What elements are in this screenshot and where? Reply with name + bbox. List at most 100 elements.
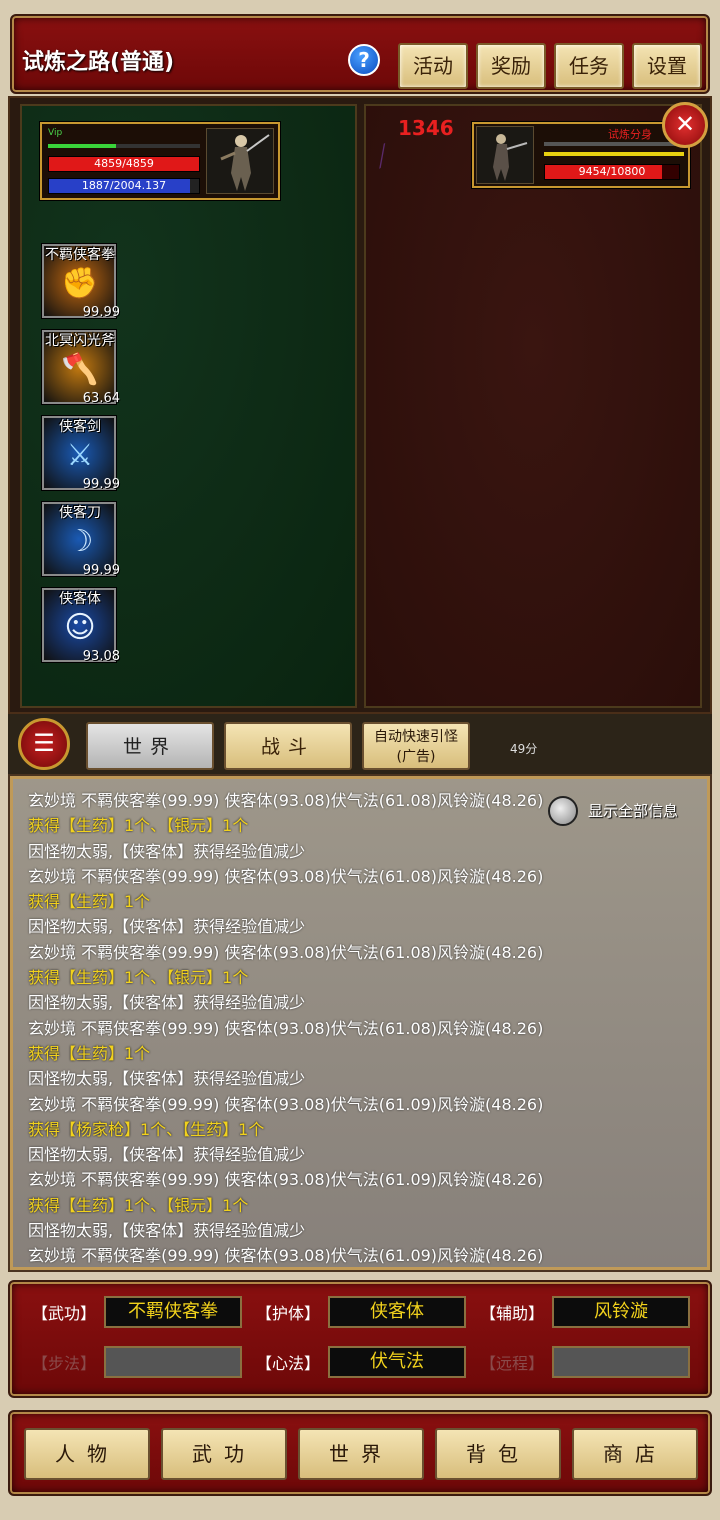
bufa-label: 【步法】 [32,1354,97,1373]
xinfa-label: 【心法】 [256,1354,321,1373]
header-bar: 试炼之路(普通) ? 活动 奖励 任务 设置 [10,14,710,94]
player-status-card[interactable]: Vip 4859/4859 1887/2004.137 [40,122,280,200]
bottom-nav: 人物 武功 世界 背包 商店 [8,1410,712,1496]
huti-label: 【护体】 [256,1304,321,1323]
skill-value: 63.64 [82,391,120,406]
log-line: 因怪物太弱,【侠客体】获得经验值减少 [28,917,306,937]
help-icon[interactable]: ? [348,44,380,76]
skill-slot-axe[interactable]: 🪓 北冥闪光斧 63.64 [42,330,120,406]
nav-bag-button[interactable]: 背包 [435,1428,561,1480]
show-all-label: 显示全部信息 [588,802,679,820]
skill-name: 北冥闪光斧 [45,333,115,349]
fuzhu-slot[interactable]: 风铃漩 [552,1296,690,1328]
close-button[interactable]: ✕ [662,102,708,148]
battle-area: Vip 4859/4859 1887/2004.137 ✊ 不羁侠客拳 99.9… [8,96,712,714]
enemy-status-card[interactable]: 试炼分身 9454/10800 [472,122,690,188]
skill-name: 不羁侠客拳 [45,247,115,263]
enemy-name: 试炼分身 [608,128,652,141]
yuancheng-slot[interactable] [552,1346,690,1378]
yuancheng-label: 【远程】 [480,1354,545,1373]
log-line-gain: 获得【生药】1个、【银元】1个 [28,1195,249,1215]
timer-label: 49分 [510,742,538,756]
auto-lure-button[interactable]: 自动快速引怪 (广告) [362,722,470,770]
wugong-label: 【武功】 [32,1304,97,1323]
page-title: 试炼之路(普通) [22,50,175,75]
log-line: 玄妙境 不羁侠客拳(99.99) 侠客体(93.08)伏气法(61.09)风铃漩… [28,1246,544,1266]
skill-name: 侠客刀 [59,505,101,521]
player-avatar [206,128,274,194]
log-line: 玄妙境 不羁侠客拳(99.99) 侠客体(93.08)伏气法(61.08)风铃漩… [28,866,544,886]
player-mp-bar: 1887/2004.137 [48,178,200,194]
huti-slot[interactable]: 侠客体 [328,1296,466,1328]
enemy-bar-gray [544,142,684,146]
enemy-hp-bar: 9454/10800 [544,164,680,180]
sword-icon: ⚔ [66,438,94,473]
skill-value: 93.08 [82,649,120,664]
show-all-toggle[interactable] [548,796,578,826]
skill-slot-fist[interactable]: ✊ 不羁侠客拳 99.99 [42,244,120,320]
enemy-avatar [476,126,534,184]
task-button[interactable]: 任务 [554,43,624,89]
player-hp-bar: 4859/4859 [48,156,200,172]
log-line: 玄妙境 不羁侠客拳(99.99) 侠客体(93.08)伏气法(61.08)风铃漩… [28,942,544,962]
wugong-slot[interactable]: 不羁侠客拳 [104,1296,242,1328]
swordsman-figure-icon [220,134,270,191]
xinfa-slot[interactable]: 伏气法 [328,1346,466,1378]
damage-number: 1346 [398,116,454,140]
nav-world-button[interactable]: 世界 [298,1428,424,1480]
auto-lure-label: 自动快速引怪 [374,729,458,745]
nav-shop-button[interactable]: 商店 [572,1428,698,1480]
log-line: 玄妙境 不羁侠客拳(99.99) 侠客体(93.08)伏气法(61.09)风铃漩… [28,1094,544,1114]
log-line-gain: 获得【生药】1个 [28,1043,151,1063]
chat-icon[interactable]: ☰ [18,718,70,770]
body-icon: ☺ [64,610,96,645]
log-line: 因怪物太弱,【侠客体】获得经验值减少 [28,841,306,861]
player-mp-text: 1887/2004.137 [81,179,167,192]
battle-log[interactable]: 玄妙境 不羁侠客拳(99.99) 侠客体(93.08)伏气法(61.08)风铃漩… [8,774,712,1272]
skill-value: 99.99 [82,563,120,578]
activity-button[interactable]: 活动 [398,43,468,89]
skill-slot-sword[interactable]: ⚔ 侠客剑 99.99 [42,416,120,492]
fist-icon: ✊ [61,266,99,301]
enemy-panel: ⟋ 试炼分身 9454/10800 [364,104,702,708]
exp-bar [48,144,200,148]
player-panel: Vip 4859/4859 1887/2004.137 ✊ 不羁侠客拳 99.9… [20,104,357,708]
log-line: 玄妙境 不羁侠客拳(99.99) 侠客体(93.08)伏气法(61.08)风铃漩… [28,1018,544,1038]
slash-effect-icon: ⟋ [367,139,399,175]
auto-lure-ad-label: (广告) [396,749,436,765]
log-line: 因怪物太弱,【侠客体】获得经验值减少 [28,1221,306,1241]
vip-badge: Vip [48,128,63,138]
tab-battle[interactable]: 战斗 [224,722,352,770]
settings-button[interactable]: 设置 [632,43,702,89]
skill-slot-blade[interactable]: ☽ 侠客刀 99.99 [42,502,120,578]
log-line-gain: 获得【杨家枪】1个、【生药】1个 [28,1119,265,1139]
skill-value: 99.99 [82,305,120,320]
enemy-figure-icon [493,134,528,181]
reward-button[interactable]: 奖励 [476,43,546,89]
fuzhu-label: 【辅助】 [480,1304,545,1323]
skill-name: 侠客剑 [59,419,101,435]
log-line-gain: 获得【生药】1个 [28,892,151,912]
log-line: 玄妙境 不羁侠客拳(99.99) 侠客体(93.08)伏气法(61.09)风铃漩… [28,1170,544,1190]
axe-icon: 🪓 [61,352,99,387]
exp-bar-fill [48,144,117,148]
skill-value: 99.99 [82,477,120,492]
nav-character-button[interactable]: 人物 [24,1428,150,1480]
bufa-slot[interactable] [104,1346,242,1378]
nav-martial-button[interactable]: 武功 [161,1428,287,1480]
log-line: 因怪物太弱,【侠客体】获得经验值减少 [28,1145,306,1165]
blade-icon: ☽ [66,524,94,559]
enemy-bar-yellow [544,152,684,156]
tab-world[interactable]: 世界 [86,722,214,770]
log-line-gain: 获得【生药】1个、【银元】1个 [28,968,249,988]
equipped-skills-panel: 【武功】 不羁侠客拳 【护体】 侠客体 【辅助】 风铃漩 【步法】 【心法】 伏… [8,1280,712,1398]
log-line-gain: 获得【生药】1个、【银元】1个 [28,816,249,836]
skill-slot-body[interactable]: ☺ 侠客体 93.08 [42,588,120,664]
enemy-hp-text: 9454/10800 [578,165,646,178]
log-line: 因怪物太弱,【侠客体】获得经验值减少 [28,993,306,1013]
log-line: 因怪物太弱,【侠客体】获得经验值减少 [28,1069,306,1089]
skill-name: 侠客体 [59,591,101,607]
log-line: 玄妙境 不羁侠客拳(99.99) 侠客体(93.08)伏气法(61.08)风铃漩… [28,791,544,810]
chat-tab-row: ☰ 世界 战斗 自动快速引怪 (广告) 49分 [8,714,712,774]
player-hp-text: 4859/4859 [94,157,154,170]
